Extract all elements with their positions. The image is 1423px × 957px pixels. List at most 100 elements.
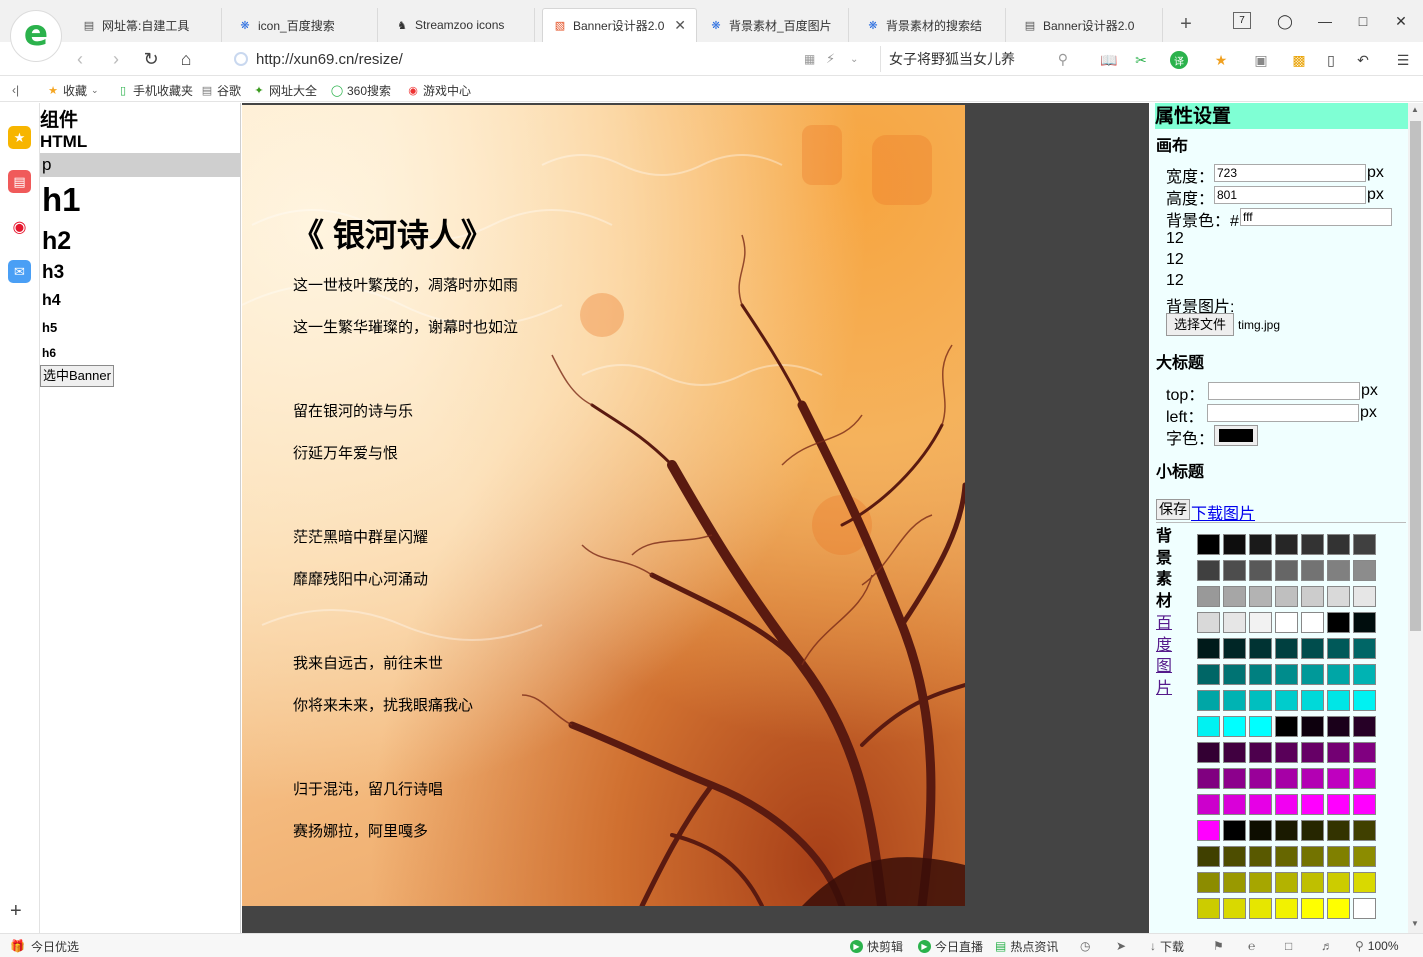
color-swatch[interactable]: [1327, 638, 1350, 659]
color-swatch[interactable]: [1197, 742, 1220, 763]
bookmark-1[interactable]: ▯ 手机收藏夹: [116, 81, 193, 99]
minimize-button[interactable]: —: [1310, 8, 1340, 34]
color-swatch[interactable]: [1223, 742, 1246, 763]
qr-code-icon[interactable]: ▦: [804, 52, 815, 66]
device-icon[interactable]: ▯: [1320, 50, 1342, 70]
color-swatch[interactable]: [1301, 534, 1324, 555]
bookmark-3[interactable]: ✦ 网址大全: [252, 81, 317, 99]
color-swatch[interactable]: [1301, 898, 1324, 919]
color-swatch[interactable]: [1327, 716, 1350, 737]
color-swatch[interactable]: [1327, 664, 1350, 685]
home-icon[interactable]: ⌂: [172, 46, 200, 72]
forward-icon[interactable]: ›: [102, 46, 130, 72]
color-swatch[interactable]: [1327, 690, 1350, 711]
color-swatch[interactable]: [1353, 716, 1376, 737]
color-swatch[interactable]: [1223, 534, 1246, 555]
color-swatch[interactable]: [1223, 664, 1246, 685]
mail-icon[interactable]: ✉: [8, 260, 31, 283]
color-swatch[interactable]: [1197, 664, 1220, 685]
color-swatch[interactable]: [1249, 638, 1272, 659]
zoom-level[interactable]: ⚲ 100%: [1355, 938, 1399, 954]
color-swatch[interactable]: [1327, 820, 1350, 841]
color-swatch[interactable]: [1353, 898, 1376, 919]
poem-line[interactable]: 衍延万年爱与恨: [293, 442, 398, 463]
color-swatch[interactable]: [1301, 690, 1324, 711]
close-window-button[interactable]: ✕: [1386, 8, 1416, 34]
color-swatch[interactable]: [1249, 586, 1272, 607]
color-swatch[interactable]: [1327, 612, 1350, 633]
color-swatch[interactable]: [1301, 794, 1324, 815]
poem-line[interactable]: 我来自远古，前往未世: [293, 652, 443, 673]
color-swatch[interactable]: [1223, 638, 1246, 659]
left-input[interactable]: [1207, 404, 1359, 422]
color-swatch[interactable]: [1275, 664, 1298, 685]
color-swatch[interactable]: [1353, 690, 1376, 711]
color-swatch[interactable]: [1223, 898, 1246, 919]
poem-line[interactable]: 你将来未来，扰我眼痛我心: [293, 694, 473, 715]
color-swatch[interactable]: [1197, 586, 1220, 607]
color-swatch[interactable]: [1223, 872, 1246, 893]
lightning-icon[interactable]: ⚡: [826, 51, 835, 67]
color-swatch[interactable]: [1353, 664, 1376, 685]
color-swatch[interactable]: [1327, 872, 1350, 893]
skin-icon[interactable]: ◯: [1270, 8, 1300, 34]
color-swatch[interactable]: [1197, 768, 1220, 789]
color-swatch[interactable]: [1353, 846, 1376, 867]
color-swatch[interactable]: [1327, 846, 1350, 867]
color-swatch[interactable]: [1275, 898, 1298, 919]
color-swatch[interactable]: [1301, 742, 1324, 763]
favorites-star-icon[interactable]: ★: [8, 126, 31, 149]
choose-file-button[interactable]: 选择文件: [1166, 313, 1235, 336]
poem-line[interactable]: 留在银河的诗与乐: [293, 400, 413, 421]
poem-line[interactable]: 归于混沌，留几行诗唱: [293, 778, 443, 799]
color-swatch[interactable]: [1249, 820, 1272, 841]
color-swatch[interactable]: [1327, 586, 1350, 607]
color-swatch[interactable]: [1275, 846, 1298, 867]
window-icon[interactable]: □: [1285, 938, 1292, 954]
color-swatch[interactable]: [1275, 768, 1298, 789]
color-swatch[interactable]: [1353, 612, 1376, 633]
color-swatch[interactable]: [1249, 560, 1272, 581]
search-input[interactable]: 女子将野狐当女儿养 ⚲: [880, 46, 1076, 72]
bookmark-2[interactable]: ▤ 谷歌: [200, 81, 241, 99]
today-picks[interactable]: 🎁 今日优选: [10, 938, 79, 954]
color-swatch[interactable]: [1249, 768, 1272, 789]
component-h4[interactable]: h4: [42, 292, 61, 310]
color-swatch[interactable]: [1197, 534, 1220, 555]
weibo-icon[interactable]: ◉: [8, 215, 31, 238]
select-banner-button[interactable]: 选中Banner: [40, 365, 114, 387]
height-input[interactable]: [1214, 186, 1366, 204]
color-swatch[interactable]: [1197, 846, 1220, 867]
poem-line[interactable]: 茫茫黑暗中群星闪耀: [293, 526, 428, 547]
back-icon[interactable]: ‹: [66, 46, 94, 72]
color-swatch[interactable]: [1301, 820, 1324, 841]
color-swatch[interactable]: [1223, 794, 1246, 815]
color-swatch[interactable]: [1275, 716, 1298, 737]
color-swatch[interactable]: [1223, 768, 1246, 789]
color-swatch[interactable]: [1353, 820, 1376, 841]
flag-icon[interactable]: ⚑: [1213, 938, 1224, 954]
reader-icon[interactable]: 📖: [1098, 50, 1120, 70]
color-swatch[interactable]: [1249, 690, 1272, 711]
color-swatch[interactable]: [1249, 898, 1272, 919]
color-swatch[interactable]: [1249, 716, 1272, 737]
collapse-sidebar-icon[interactable]: ‹|: [12, 81, 19, 99]
color-swatch[interactable]: [1249, 534, 1272, 555]
component-h6[interactable]: h6: [42, 346, 56, 360]
color-swatch[interactable]: [1197, 560, 1220, 581]
component-h3[interactable]: h3: [42, 262, 64, 284]
color-swatch[interactable]: [1275, 690, 1298, 711]
tab-3[interactable]: ▧ Banner设计器2.0 ✕: [542, 8, 697, 42]
ie-icon[interactable]: ℮: [1248, 938, 1255, 954]
tab-2[interactable]: ♞ Streamzoo icons: [385, 8, 535, 42]
undo-icon[interactable]: ↶: [1352, 50, 1374, 70]
color-swatch[interactable]: [1353, 586, 1376, 607]
color-swatch[interactable]: [1197, 612, 1220, 633]
maximize-button[interactable]: □: [1348, 8, 1378, 34]
scroll-up-icon[interactable]: ▲: [1411, 105, 1419, 114]
color-swatch[interactable]: [1197, 898, 1220, 919]
poem-line[interactable]: 这一世枝叶繁茂的，凋落时亦如雨: [293, 274, 518, 295]
save-button[interactable]: 保存: [1156, 499, 1190, 520]
chevron-down-icon[interactable]: ⌄: [850, 54, 858, 65]
color-swatch[interactable]: [1223, 820, 1246, 841]
